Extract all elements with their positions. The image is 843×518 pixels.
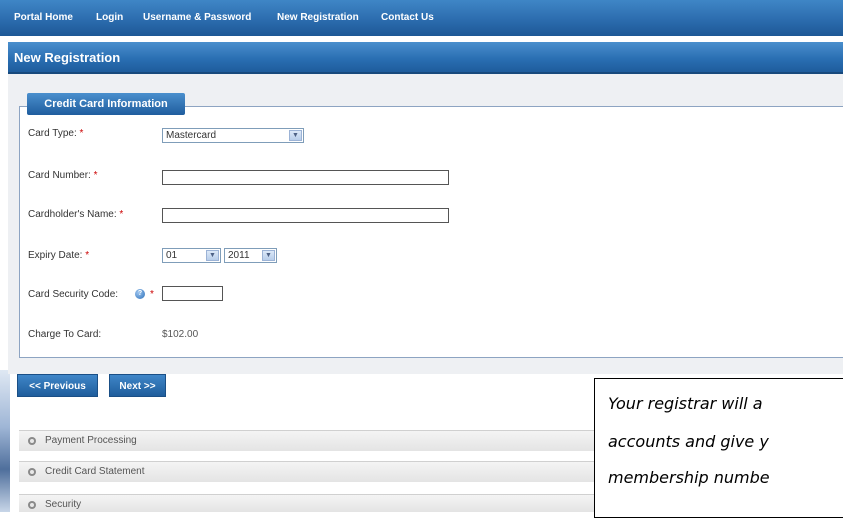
credit-card-fieldset — [19, 106, 843, 358]
credit-card-section-title: Credit Card Information — [27, 93, 185, 115]
card-type-value: Mastercard — [166, 130, 217, 141]
chevron-down-icon: ▼ — [262, 250, 275, 261]
previous-button[interactable]: << Previous — [17, 374, 98, 397]
accordion-label: Payment Processing — [45, 435, 137, 446]
page-title: New Registration — [14, 50, 121, 65]
page-header: New Registration — [8, 42, 843, 74]
card-number-input[interactable] — [162, 170, 449, 185]
expiry-date-label: Expiry Date: * — [28, 250, 90, 261]
cardholder-name-input[interactable] — [162, 208, 449, 223]
nav-login[interactable]: Login — [96, 12, 123, 23]
nav-contact-us[interactable]: Contact Us — [381, 12, 434, 23]
expiry-year-value: 2011 — [228, 250, 250, 261]
next-button[interactable]: Next >> — [109, 374, 166, 397]
callout-note: Your registrar will a accounts and give … — [594, 378, 843, 518]
expiry-month-select[interactable]: 01 ▼ — [162, 248, 221, 263]
charge-amount: $102.00 — [162, 329, 199, 340]
nav-new-registration[interactable]: New Registration — [277, 12, 359, 23]
background-decoration — [0, 370, 10, 512]
top-navigation-bar: Portal Home Login Username & Password Ne… — [0, 0, 843, 36]
charge-label: Charge To Card: — [28, 329, 102, 340]
expiry-year-select[interactable]: 2011 ▼ — [224, 248, 277, 263]
card-number-label: Card Number: * — [28, 170, 98, 181]
note-line: membership numbe — [608, 468, 770, 487]
cardholder-name-label: Cardholder's Name: * — [28, 209, 124, 220]
nav-username-password[interactable]: Username & Password — [143, 12, 251, 23]
nav-portal-home[interactable]: Portal Home — [14, 12, 73, 23]
expiry-month-value: 01 — [166, 250, 178, 261]
note-line: accounts and give y — [608, 432, 769, 451]
chevron-down-icon: ▼ — [289, 130, 302, 141]
chevron-down-icon: ▼ — [206, 250, 219, 261]
accordion-label: Security — [45, 499, 82, 510]
required-marker: * — [150, 289, 154, 300]
card-type-select[interactable]: Mastercard ▼ — [162, 128, 304, 143]
card-type-label: Card Type: * — [28, 128, 84, 139]
expand-icon — [28, 501, 36, 509]
security-code-input[interactable] — [162, 286, 223, 301]
accordion-label: Credit Card Statement — [45, 466, 145, 477]
expand-icon — [28, 437, 36, 445]
help-icon[interactable]: ? — [135, 289, 145, 299]
security-code-label: Card Security Code: — [28, 289, 119, 300]
expand-icon — [28, 468, 36, 476]
note-line: Your registrar will a — [608, 394, 763, 413]
